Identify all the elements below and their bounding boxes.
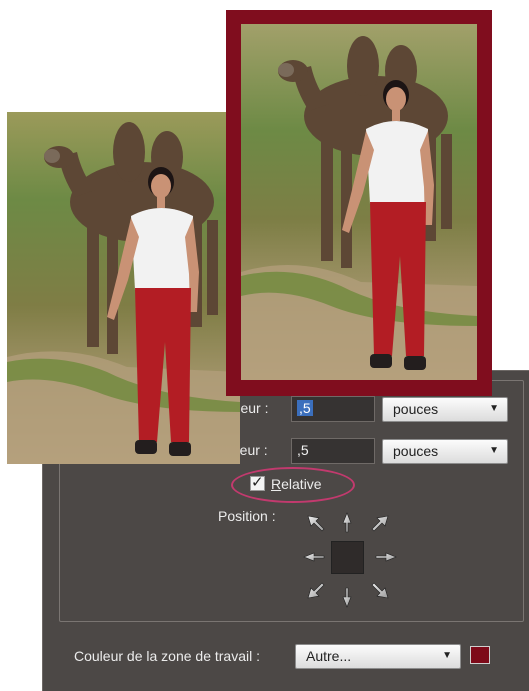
highlight-oval	[231, 467, 355, 503]
anchor-arrow-icon	[371, 582, 389, 599]
anchor-arrow-icon	[307, 515, 325, 532]
width-unit-value: pouces	[393, 401, 439, 417]
anchor-arrow-icon	[375, 552, 397, 562]
canvas-color-value: Autre...	[306, 648, 352, 664]
anchor-arrow-icon	[307, 582, 325, 599]
height-unit-dropdown[interactable]: pouces ▼	[382, 439, 508, 464]
canvas-color-dropdown[interactable]: Autre... ▼	[295, 644, 461, 669]
canvas-color-label: Couleur de la zone de travail :	[74, 648, 260, 664]
width-unit-dropdown[interactable]: pouces ▼	[382, 397, 508, 422]
anchor-arrow-icon	[371, 515, 389, 532]
height-unit-value: pouces	[393, 443, 439, 459]
anchor-arrow-icon	[303, 552, 325, 562]
position-label: Position :	[218, 508, 276, 524]
dropdown-arrow-icon: ▼	[442, 650, 452, 661]
anchor-arrow-icon	[342, 512, 352, 533]
original-photo	[7, 112, 240, 464]
dropdown-arrow-icon: ▼	[489, 403, 499, 414]
dropdown-arrow-icon: ▼	[489, 445, 499, 456]
height-field[interactable]: ,5	[291, 438, 375, 464]
canvas-color-swatch[interactable]	[470, 646, 490, 664]
anchor-grid[interactable]	[300, 510, 400, 610]
width-value: ,5	[297, 400, 313, 416]
anchor-arrow-icon	[342, 587, 352, 608]
height-value: ,5	[297, 442, 309, 458]
width-field[interactable]: ,5	[291, 396, 375, 422]
resized-photo	[241, 24, 477, 380]
